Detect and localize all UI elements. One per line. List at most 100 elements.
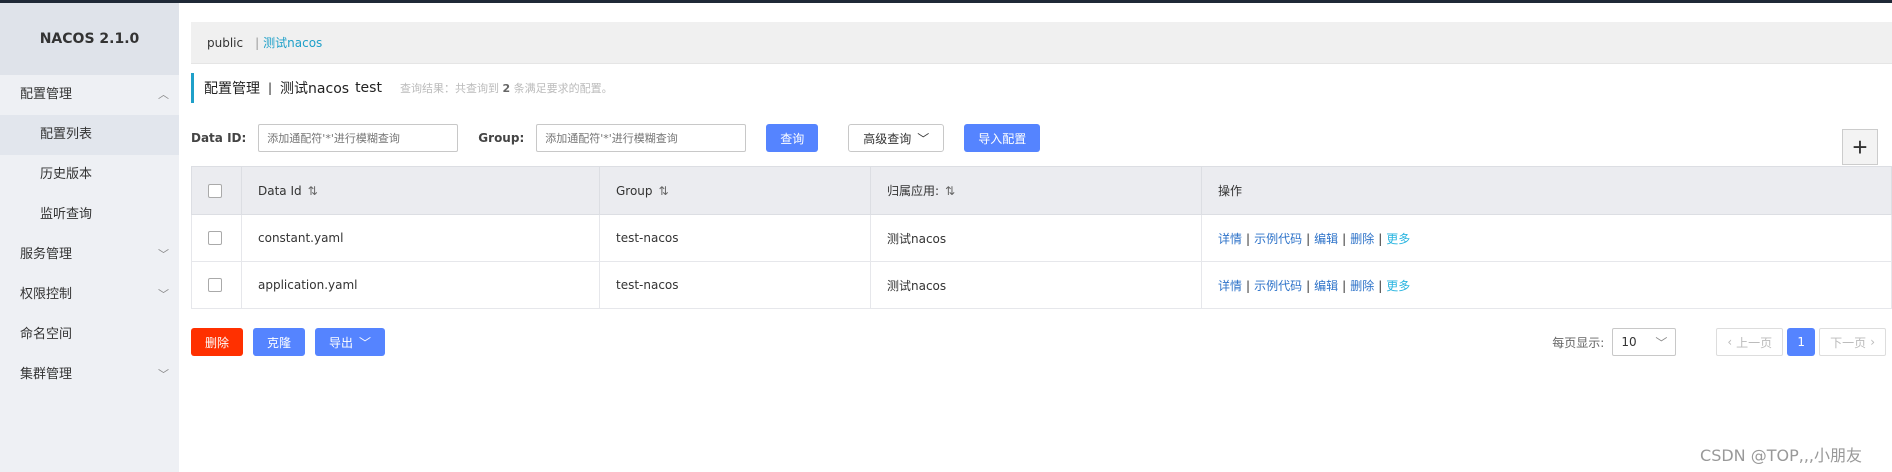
header-app-label: 归属应用: [887,184,940,198]
page-number-current[interactable]: 1 [1787,328,1816,356]
op-separator: | [1342,278,1347,293]
page-size-select[interactable]: 10 ﹀ [1612,328,1677,356]
detail-link[interactable]: 详情 [1218,279,1242,293]
table-row: constant.yaml test-nacos 测试nacos 详情 | 示例代码… [191,214,1892,262]
main-content: public | 测试nacos 配置管理 | 测试nacos test 查询结… [179,3,1892,472]
prev-page-button[interactable]: ‹ 上一页 [1716,328,1784,356]
cell-ops: 详情 | 示例代码 | 编辑 | 删除 | 更多 [1201,261,1892,309]
sidebar-item-label: 权限控制 [20,287,73,302]
chevron-down-icon: ﹀ [158,248,169,261]
sidebar-item-label: 监听查询 [40,207,93,222]
title-namespace-id: test [355,80,382,96]
pagination: 每页显示: 10 ﹀ ‹ 上一页 1 下一页 › [1552,328,1886,356]
sidebar-item-config-list[interactable]: 配置列表 [0,115,179,155]
filter-row: Data ID: Group: 查询 高级查询 ﹀ 导入配置 [191,123,1041,153]
clone-button[interactable]: 克隆 [253,328,306,356]
edit-link[interactable]: 编辑 [1314,279,1338,293]
edit-link[interactable]: 编辑 [1314,232,1338,246]
chevron-up-icon: ︿ [158,88,169,101]
config-table: Data Id ⇅ Group ⇅ 归属应用: ⇅ 操作 constant.yaml … [191,166,1892,309]
bulk-actions: 删除 克隆 导出 ﹀ [191,328,386,356]
row-checkbox[interactable] [208,278,222,293]
header-ops: 操作 [1201,166,1892,215]
cell-data-id: application.yaml [241,261,600,309]
header-group[interactable]: Group ⇅ [599,166,871,215]
sort-icon[interactable]: ⇅ [308,184,318,198]
header-checkbox-cell [191,166,242,215]
cell-data-id: constant.yaml [241,214,600,262]
sidebar-item-namespace[interactable]: 命名空间 [0,315,179,355]
sidebar-item-permission-control[interactable]: 权限控制 ﹀ [0,275,179,315]
header-data-id[interactable]: Data Id ⇅ [241,166,600,215]
op-separator: | [1306,278,1311,293]
title-main: 配置管理 [204,81,260,97]
op-separator: | [1306,231,1311,246]
import-config-button[interactable]: 导入配置 [964,124,1041,152]
header-data-id-label: Data Id [258,183,302,198]
select-all-checkbox[interactable] [208,183,222,198]
more-link[interactable]: 更多 [1386,279,1410,293]
prev-page-label: 上一页 [1736,335,1773,350]
sort-icon[interactable]: ⇅ [659,184,669,198]
export-button[interactable]: 导出 ﹀ [315,328,386,356]
sort-icon[interactable]: ⇅ [945,184,955,198]
sidebar-item-label: 配置列表 [40,127,93,142]
sidebar-item-label: 历史版本 [40,167,93,182]
cell-group: test-nacos [599,261,871,309]
sidebar-item-label: 服务管理 [20,247,73,262]
page-size-value: 10 [1621,335,1637,349]
sidebar-item-config-management[interactable]: 配置管理 ︿ [0,75,179,115]
chevron-down-icon: ﹀ [359,335,372,350]
query-result-text: 查询结果：共查询到 2 条满足要求的配置。 [400,80,613,96]
namespace-public[interactable]: public [207,36,243,50]
header-app[interactable]: 归属应用: ⇅ [870,166,1202,215]
data-id-label: Data ID: [191,131,247,145]
bulk-delete-button[interactable]: 删除 [191,328,244,356]
next-page-button[interactable]: 下一页 › [1819,328,1886,356]
advanced-query-label: 高级查询 [863,131,912,146]
query-button[interactable]: 查询 [766,124,819,152]
cell-ops: 详情 | 示例代码 | 编辑 | 删除 | 更多 [1201,214,1892,262]
cell-group: test-nacos [599,214,871,262]
chevron-down-icon: ﹀ [917,131,930,146]
sidebar-item-history[interactable]: 历史版本 [0,155,179,195]
op-separator: | [1378,278,1383,293]
chevron-down-icon: ﹀ [158,368,169,381]
op-separator: | [1378,231,1383,246]
add-config-button[interactable]: + [1842,129,1878,165]
sidebar-item-listener-query[interactable]: 监听查询 [0,195,179,235]
sidebar-item-cluster-management[interactable]: 集群管理 ﹀ [0,355,179,395]
table-row: application.yaml test-nacos 测试nacos 详情 | 示… [191,261,1892,309]
cell-app: 测试nacos [870,214,1202,262]
group-label: Group: [478,131,525,145]
sidebar-item-service-management[interactable]: 服务管理 ﹀ [0,235,179,275]
row-checkbox[interactable] [208,231,222,246]
watermark: CSDN @TOP,,,小朋友 [1700,446,1862,465]
chevron-down-icon: ﹀ [158,288,169,301]
page-title: 配置管理 | 测试nacos test 查询结果：共查询到 2 条满足要求的配置… [191,73,613,103]
sidebar: NACOS 2.1.0 配置管理 ︿ 配置列表 历史版本 监听查询 服务管理 ﹀… [0,3,179,472]
detail-link[interactable]: 详情 [1218,232,1242,246]
delete-link[interactable]: 删除 [1350,232,1374,246]
sidebar-item-label: 集群管理 [20,367,73,382]
cell-app: 测试nacos [870,261,1202,309]
namespace-test[interactable]: 测试nacos [263,34,322,51]
namespace-separator: | [255,35,260,50]
export-label: 导出 [329,335,354,350]
chevron-left-icon: ‹ [1727,335,1733,349]
plus-icon: + [1852,131,1868,162]
group-input[interactable] [536,124,747,152]
op-separator: | [1246,278,1251,293]
op-separator: | [1246,231,1251,246]
delete-link[interactable]: 删除 [1350,279,1374,293]
title-namespace-name: 测试nacos [280,81,350,97]
chevron-down-icon: ﹀ [1655,335,1668,350]
more-link[interactable]: 更多 [1386,232,1410,246]
advanced-query-button[interactable]: 高级查询 ﹀ [848,124,945,152]
chevron-right-icon: › [1870,335,1875,349]
sample-code-link[interactable]: 示例代码 [1254,232,1302,246]
data-id-input[interactable] [258,124,459,152]
next-page-label: 下一页 [1830,335,1867,350]
sample-code-link[interactable]: 示例代码 [1254,279,1302,293]
result-prefix: 查询结果：共查询到 [399,82,499,95]
